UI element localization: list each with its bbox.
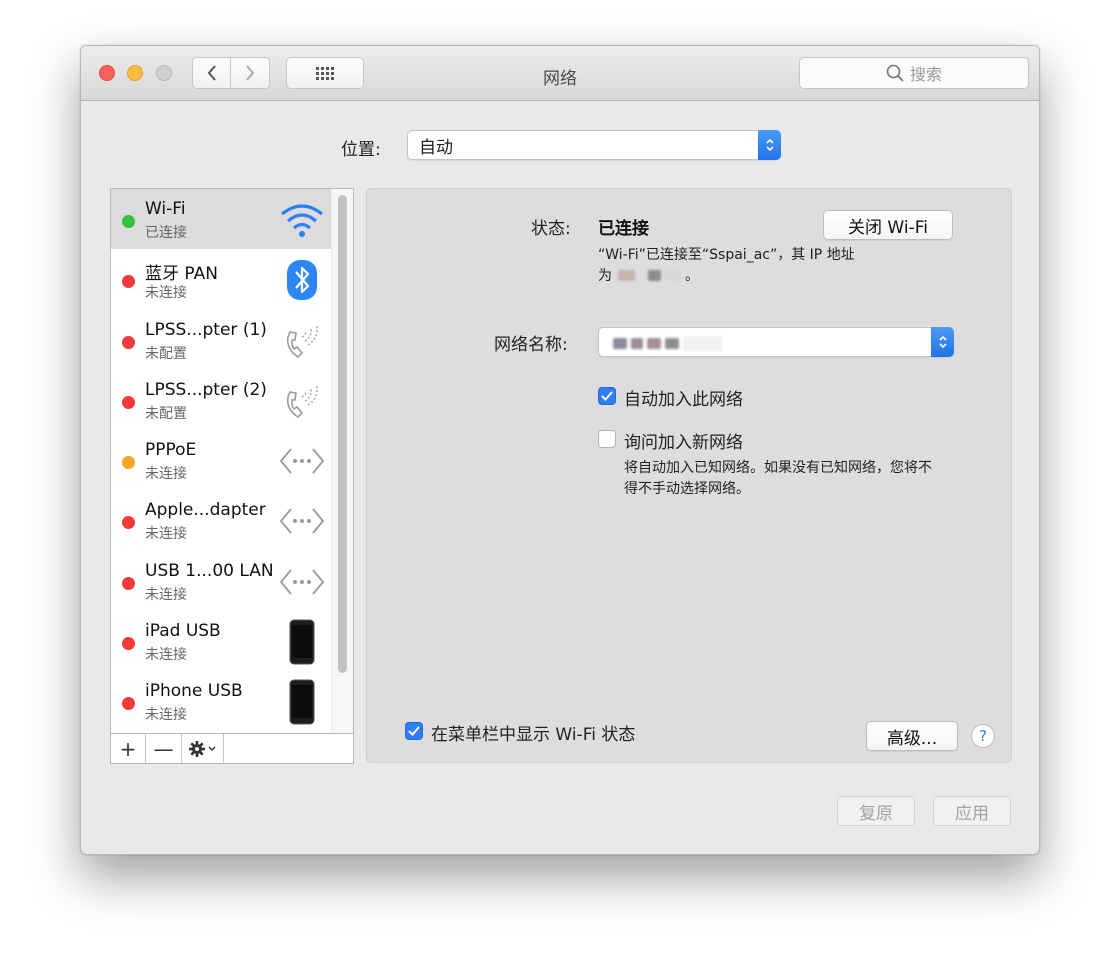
- network-preferences-window: 网络 搜索 位置: 自动 Wi-Fi 已连接 蓝牙 PAN 未连接 LPSS..…: [80, 45, 1040, 855]
- iphone-icon: [278, 679, 326, 725]
- revert-button[interactable]: 复原: [837, 796, 915, 826]
- remove-service-button[interactable]: —: [146, 734, 182, 763]
- service-list-scrollbar[interactable]: [331, 189, 353, 733]
- show-menubar-label[interactable]: 在菜单栏中显示 Wi-Fi 状态: [431, 720, 635, 745]
- phone-icon: [278, 380, 326, 422]
- status-dot: [122, 637, 135, 651]
- phone-icon: [278, 320, 326, 362]
- service-name: iPad USB: [145, 621, 221, 642]
- turn-off-wifi-button[interactable]: 关闭 Wi-Fi: [823, 210, 953, 240]
- service-list: Wi-Fi 已连接 蓝牙 PAN 未连接 LPSS...pter (1) 未配置…: [111, 189, 332, 733]
- redacted-ssid: [631, 338, 643, 349]
- status-description: “Wi-Fi”已连接至“Sspai_ac”，其 IP 地址: [598, 247, 855, 263]
- status-dot: [122, 275, 135, 289]
- ip-prefix: 为: [598, 268, 612, 284]
- popup-arrows-icon: [931, 327, 954, 357]
- service-status: 未连接: [145, 647, 187, 664]
- checkmark-icon: [408, 726, 420, 736]
- wifi-icon: [278, 199, 326, 241]
- ask-join-help-line1: 将自动加入已知网络。如果没有已知网络，您将不: [624, 460, 932, 476]
- service-item-ipad-usb[interactable]: iPad USB 未连接: [111, 611, 332, 671]
- redacted-ip: [618, 270, 635, 281]
- service-list-toolbar: + —: [111, 733, 353, 763]
- service-status: 未连接: [145, 466, 187, 483]
- apply-button[interactable]: 应用: [933, 796, 1011, 826]
- service-status: 未连接: [145, 526, 187, 543]
- service-item-bluetooth-pan[interactable]: 蓝牙 PAN 未连接: [111, 249, 332, 309]
- service-status: 已连接: [145, 225, 187, 241]
- network-name-popup[interactable]: [598, 327, 954, 357]
- advanced-button[interactable]: 高级...: [866, 721, 958, 751]
- status-dot: [122, 697, 135, 711]
- scrollbar-thumb[interactable]: [338, 195, 347, 673]
- service-item-pppoe[interactable]: PPPoE 未连接: [111, 430, 332, 490]
- service-name: 蓝牙 PAN: [145, 264, 218, 285]
- location-value: 自动: [419, 137, 453, 158]
- redacted-ip: [648, 270, 661, 281]
- auto-join-checkbox[interactable]: [598, 387, 616, 405]
- status-value: 已连接: [598, 219, 649, 239]
- ask-join-checkbox[interactable]: [598, 430, 616, 448]
- ip-suffix: 。: [685, 268, 699, 284]
- service-name: Wi-Fi: [145, 199, 186, 219]
- service-item-wifi[interactable]: Wi-Fi 已连接: [111, 189, 332, 250]
- ask-join-help-line2: 得不手动选择网络。: [624, 481, 750, 497]
- status-dot: [122, 335, 135, 349]
- service-list-pane: Wi-Fi 已连接 蓝牙 PAN 未连接 LPSS...pter (1) 未配置…: [110, 188, 354, 764]
- titlebar: 网络 搜索: [81, 46, 1039, 101]
- auto-join-label[interactable]: 自动加入此网络: [624, 385, 743, 410]
- service-name: iPhone USB: [145, 681, 243, 702]
- network-name-label: 网络名称:: [494, 335, 568, 355]
- service-item-usb-lan[interactable]: USB 1...00 LAN 未连接: [111, 551, 332, 611]
- search-field[interactable]: 搜索: [799, 57, 1029, 89]
- service-name: PPPoE: [145, 440, 197, 461]
- bluetooth-icon: [278, 259, 326, 301]
- popup-arrows-icon: [758, 130, 781, 160]
- checkmark-icon: [601, 391, 613, 401]
- iphone-icon: [278, 619, 326, 665]
- service-item-lpss-1[interactable]: LPSS...pter (1) 未配置: [111, 310, 332, 370]
- search-placeholder: 搜索: [909, 65, 942, 84]
- action-menu-button[interactable]: [182, 734, 224, 763]
- service-name: LPSS...pter (2): [145, 379, 267, 400]
- service-item-apple-adapter[interactable]: Apple...dapter 未连接: [111, 490, 332, 550]
- service-item-iphone-usb[interactable]: iPhone USB 未连接: [111, 671, 332, 731]
- status-dot: [122, 516, 135, 530]
- location-popup[interactable]: 自动: [407, 130, 781, 160]
- service-name: LPSS...pter (1): [145, 319, 267, 340]
- ethernet-icon: [278, 440, 326, 482]
- status-dot: [122, 576, 135, 590]
- status-dot: [122, 456, 135, 470]
- show-menubar-checkbox[interactable]: [405, 722, 423, 740]
- redacted-ssid: [683, 336, 723, 351]
- add-service-button[interactable]: +: [111, 734, 146, 763]
- wifi-detail-panel: 状态: 已连接 关闭 Wi-Fi “Wi-Fi”已连接至“Sspai_ac”，其…: [366, 188, 1012, 763]
- service-status: 未连接: [145, 707, 187, 724]
- service-item-lpss-2[interactable]: LPSS...pter (2) 未配置: [111, 370, 332, 430]
- ethernet-icon: [278, 561, 326, 603]
- status-dot: [122, 215, 135, 228]
- redacted-ssid: [647, 338, 661, 349]
- status-dot: [122, 395, 135, 409]
- redacted-ssid: [613, 338, 627, 349]
- service-name: Apple...dapter: [145, 500, 266, 521]
- help-button[interactable]: ?: [971, 724, 995, 748]
- service-name: USB 1...00 LAN: [145, 560, 274, 581]
- service-status: 未配置: [145, 405, 187, 422]
- redacted-ssid: [665, 338, 679, 349]
- service-status: 未连接: [145, 586, 187, 603]
- service-status: 未配置: [145, 345, 187, 362]
- ip-line: 为: [598, 266, 612, 287]
- search-icon: [886, 64, 904, 82]
- ask-join-label[interactable]: 询问加入新网络: [624, 428, 743, 453]
- location-label: 位置:: [341, 140, 381, 160]
- redacted-ip: [664, 270, 681, 281]
- ethernet-icon: [278, 500, 326, 542]
- service-status: 未连接: [145, 285, 187, 302]
- status-label: 状态:: [531, 219, 571, 239]
- gear-icon: [188, 740, 216, 757]
